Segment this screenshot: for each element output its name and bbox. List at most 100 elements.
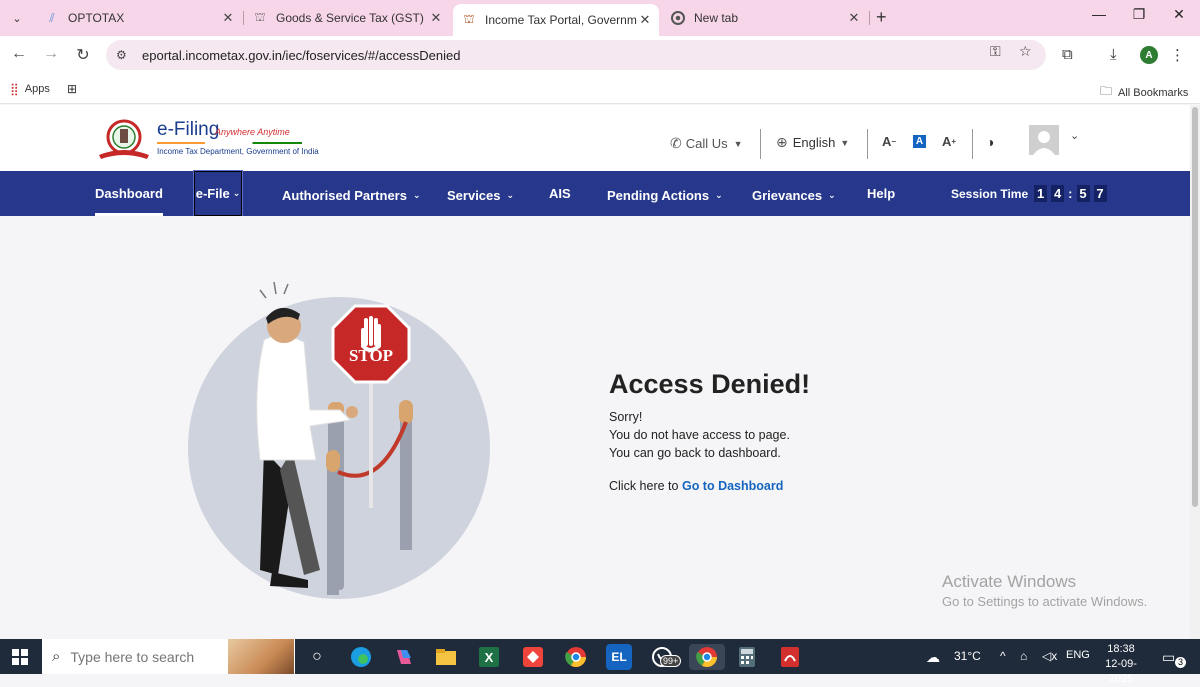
url-input[interactable] <box>142 47 962 63</box>
edge-icon[interactable] <box>348 644 374 670</box>
search-highlight-image <box>228 639 294 674</box>
chevron-down-icon: ⌄ <box>715 190 723 200</box>
taskbar-clock[interactable]: 18:38 12-09-2025 <box>1096 642 1146 687</box>
extensions-puzzle-icon[interactable]: ⧉ <box>1062 46 1073 63</box>
windows-start-icon[interactable] <box>12 649 28 665</box>
nav-dashboard[interactable]: Dashboard <box>95 171 163 216</box>
tab-income-tax-portal[interactable]: ⛫ Income Tax Portal, Government ✕ <box>453 4 659 36</box>
bookmark-apps[interactable]: ⣿ Apps <box>10 82 50 96</box>
access-denied-message: You do not have access to page. <box>609 428 790 442</box>
anydesk-icon[interactable] <box>520 644 546 670</box>
address-bar[interactable]: ⚙ <box>106 40 1046 70</box>
back-arrow-icon[interactable]: ← <box>9 45 29 63</box>
profile-avatar[interactable]: A <box>1140 46 1158 64</box>
nav-label: Grievances <box>752 188 823 203</box>
excel-icon[interactable]: X <box>476 644 502 670</box>
minimize-icon[interactable]: — <box>1084 6 1114 22</box>
chrome-menu-icon[interactable]: ⋮ <box>1170 46 1185 64</box>
notifications-icon[interactable]: ▭ <box>1162 649 1175 666</box>
tab-title: Goods & Service Tax (GST) | <box>276 11 428 25</box>
decrease-font-button[interactable]: A − <box>882 134 896 149</box>
nav-pending-actions[interactable]: Pending Actions ⌄ <box>607 173 723 218</box>
efiling-logo[interactable]: e-Filing Anywhere Anytime Income Tax Dep… <box>95 117 319 161</box>
user-avatar[interactable] <box>1029 125 1059 155</box>
chevron-down-icon: ⌄ <box>828 190 836 200</box>
page-scrollbar[interactable] <box>1190 105 1200 639</box>
tab-gst[interactable]: ⛫ Goods & Service Tax (GST) | ✕ <box>244 4 450 32</box>
file-explorer-icon[interactable] <box>433 644 459 670</box>
weather-temperature[interactable]: 31°C <box>954 649 981 663</box>
close-icon[interactable]: ✕ <box>220 10 236 26</box>
notification-count: 3 <box>1175 657 1186 668</box>
tab-separator <box>869 11 870 25</box>
profile-chevron-down-icon[interactable]: ⌄ <box>1070 129 1079 142</box>
forward-arrow-icon[interactable]: → <box>41 45 61 63</box>
close-icon[interactable]: ✕ <box>637 12 653 28</box>
tab-new-tab[interactable]: New tab ✕ <box>662 4 868 32</box>
tricolor-bar <box>157 142 302 144</box>
post-left-cap <box>326 450 340 472</box>
call-us-dropdown[interactable]: ✆ Call Us ▼ <box>670 135 743 152</box>
show-hidden-icons-chevron-icon[interactable]: ^ <box>1000 649 1006 663</box>
gst-emblem-favicon-icon: ⛫ <box>254 10 266 24</box>
taskbar-search[interactable]: ⌕ <box>42 639 295 674</box>
taskbar-search-input[interactable] <box>70 648 231 665</box>
bookmark-star-icon[interactable]: ☆ <box>1019 43 1032 60</box>
nav-label: Authorised Partners <box>282 188 407 203</box>
logo-tagline: Anywhere Anytime <box>215 127 290 137</box>
logo-department: Income Tax Department, Government of Ind… <box>157 147 319 156</box>
bookmark-tab-groups[interactable]: ⊞ <box>67 82 83 96</box>
speaker-muted-icon[interactable]: ◁x <box>1042 649 1057 663</box>
normal-font-button[interactable]: A <box>913 135 926 148</box>
go-to-dashboard-link[interactable]: Go to Dashboard <box>682 479 783 493</box>
close-icon[interactable]: ✕ <box>846 10 862 26</box>
bookmark-label: Apps <box>24 83 50 95</box>
nav-help[interactable]: Help <box>867 171 895 216</box>
chevron-down-icon: ⌄ <box>412 190 421 200</box>
increase-font-button[interactable]: A + <box>942 134 956 149</box>
input-language[interactable]: ENG <box>1066 649 1090 661</box>
nav-label: e-File <box>195 186 230 201</box>
weather-icon[interactable]: ☁ <box>926 649 940 666</box>
password-key-icon[interactable]: ⚿ <box>990 43 1001 60</box>
svg-text:X: X <box>485 650 494 665</box>
download-icon[interactable]: ⤓ <box>1110 46 1117 63</box>
window-close-icon[interactable]: ✕ <box>1164 6 1194 23</box>
session-digit: 5 <box>1076 185 1090 202</box>
chrome-active-icon[interactable] <box>689 644 725 670</box>
windows-taskbar: ⌕ ○ X EL 99+ ☁ 31°C ^ ⌂ ◁x ENG 18:38 12-… <box>0 639 1200 685</box>
site-settings-icon[interactable]: ⚙ <box>116 48 132 62</box>
nav-ais[interactable]: AIS <box>549 171 571 216</box>
header-divider <box>760 129 761 159</box>
calculator-icon[interactable] <box>734 644 760 670</box>
tab-title: New tab <box>694 11 739 25</box>
reload-icon[interactable]: ↻ <box>73 45 93 65</box>
chrome-profile-icon[interactable] <box>563 644 589 670</box>
network-icon[interactable]: ⌂ <box>1020 649 1027 663</box>
session-label: Session Time <box>951 186 1029 201</box>
nav-services[interactable]: Services ⌄ <box>447 173 514 218</box>
folder-icon: 🗀 <box>1100 84 1113 98</box>
tab-search-chevron-icon[interactable]: ⌄ <box>6 8 28 28</box>
language-dropdown[interactable]: ⊕ English ▼ <box>776 134 849 151</box>
nav-e-file[interactable]: e-File ⌄ <box>193 170 243 217</box>
contrast-toggle-icon[interactable]: ◑ <box>986 134 994 150</box>
chevron-down-icon: ▼ <box>840 137 850 148</box>
new-tab-plus-icon[interactable]: + <box>876 8 892 26</box>
el-app-icon[interactable]: EL <box>606 644 632 670</box>
task-view-icon[interactable]: ○ <box>304 644 330 670</box>
optotax-favicon-icon: ⫽ <box>49 10 55 25</box>
tab-optotax[interactable]: ⫽ OPTOTAX ✕ <box>36 4 242 32</box>
hand-icon <box>361 316 381 352</box>
nav-authorised-partners[interactable]: Authorised Partners ⌄ <box>282 173 421 218</box>
header-divider <box>867 129 868 159</box>
copilot-icon[interactable] <box>391 644 417 670</box>
nav-grievances[interactable]: Grievances ⌄ <box>752 173 836 218</box>
globe-icon: ⊕ <box>776 134 788 150</box>
bookmark-all-bookmarks[interactable]: 🗀 All Bookmarks <box>1100 82 1188 103</box>
pdf-reader-icon[interactable] <box>777 644 803 670</box>
scrollbar-thumb[interactable] <box>1192 107 1198 507</box>
logo-title: e-Filing <box>157 119 220 140</box>
close-icon[interactable]: ✕ <box>428 10 444 26</box>
restore-icon[interactable]: ❐ <box>1124 6 1154 23</box>
